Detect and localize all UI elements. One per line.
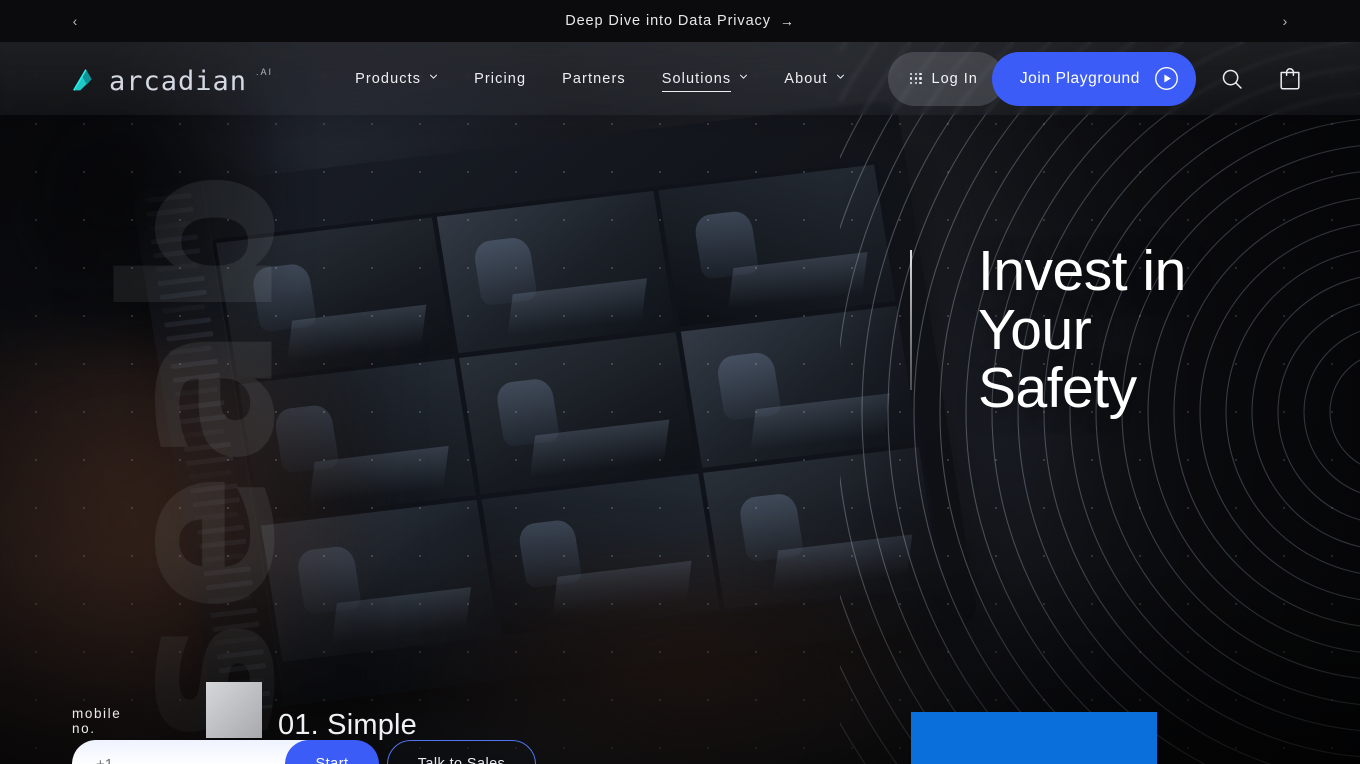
nav-label: About [784,70,828,87]
start-button[interactable]: Start [285,740,379,764]
foreground-hand-blur [0,342,380,764]
hero-section: seab Invest in Your Safety Supporting 3,… [0,42,1360,764]
play-circle-icon [1155,67,1178,90]
nav-item-solutions[interactable]: Solutions [644,65,767,93]
hero-accent-rule [910,250,912,390]
nav-label: Solutions [661,70,732,92]
shopping-bag-icon [1280,67,1300,90]
announcement-next-icon[interactable]: › [1272,8,1298,34]
announcement-text[interactable]: Deep Dive into Data Privacy → [565,13,795,29]
join-playground-label: Join Playground [1019,69,1140,87]
hero-title-line-2: Your [978,297,1092,362]
nav-label: Products [355,70,422,87]
nav-links: Products Pricing Partners Solutions Abou… [337,65,863,93]
chevron-down-icon [740,74,748,79]
login-button[interactable]: Log In [887,51,1004,106]
nav-label: Pricing [474,70,527,87]
step-thumbnail [206,682,262,738]
nav-label: Partners [562,70,626,87]
hero-page: ‹ Deep Dive into Data Privacy → › Invest… [0,0,1360,764]
camera-feed-tile [459,332,698,495]
announcement-label: Deep Dive into Data Privacy [565,13,771,29]
arcadian-logo-mark [73,68,92,91]
mobile-number-label: mobile no. [72,706,122,736]
search-button[interactable] [1210,57,1254,101]
nav-item-products[interactable]: Products [337,65,456,93]
navbar-actions: Log In Join Playground [887,51,1312,106]
hero-heading-block: Invest in Your Safety [910,242,1186,418]
stat-card: Supporting 3,000+ Connected Units [911,712,1157,764]
talk-to-sales-button[interactable]: Talk to Sales [387,740,536,764]
chevron-down-icon [430,74,438,79]
search-icon [1222,69,1242,89]
chevron-down-icon [836,74,844,79]
hero-title-line-3: Safety [978,356,1137,421]
nav-item-partners[interactable]: Partners [544,65,644,93]
brand-name: arcadian [109,65,248,97]
camera-feed-tile [437,191,675,354]
nav-item-pricing[interactable]: Pricing [456,65,544,93]
announcement-prev-icon[interactable]: ‹ [62,8,88,34]
login-label: Log In [931,70,978,87]
main-navbar: arcadian .AI Products Pricing Partners S… [0,42,1360,115]
brand-suffix: .AI [256,66,274,77]
arrow-right-icon: → [779,13,795,29]
grid-icon [909,72,922,85]
brand-logo[interactable]: arcadian .AI [70,63,273,95]
announcement-bar: ‹ Deep Dive into Data Privacy → › [0,0,1360,42]
hero-title-line-1: Invest in [978,239,1186,303]
step-label: 01. Simple [278,709,418,741]
cart-button[interactable] [1268,57,1312,101]
nav-item-about[interactable]: About [766,65,862,93]
join-playground-button[interactable]: Join Playground [991,51,1196,106]
